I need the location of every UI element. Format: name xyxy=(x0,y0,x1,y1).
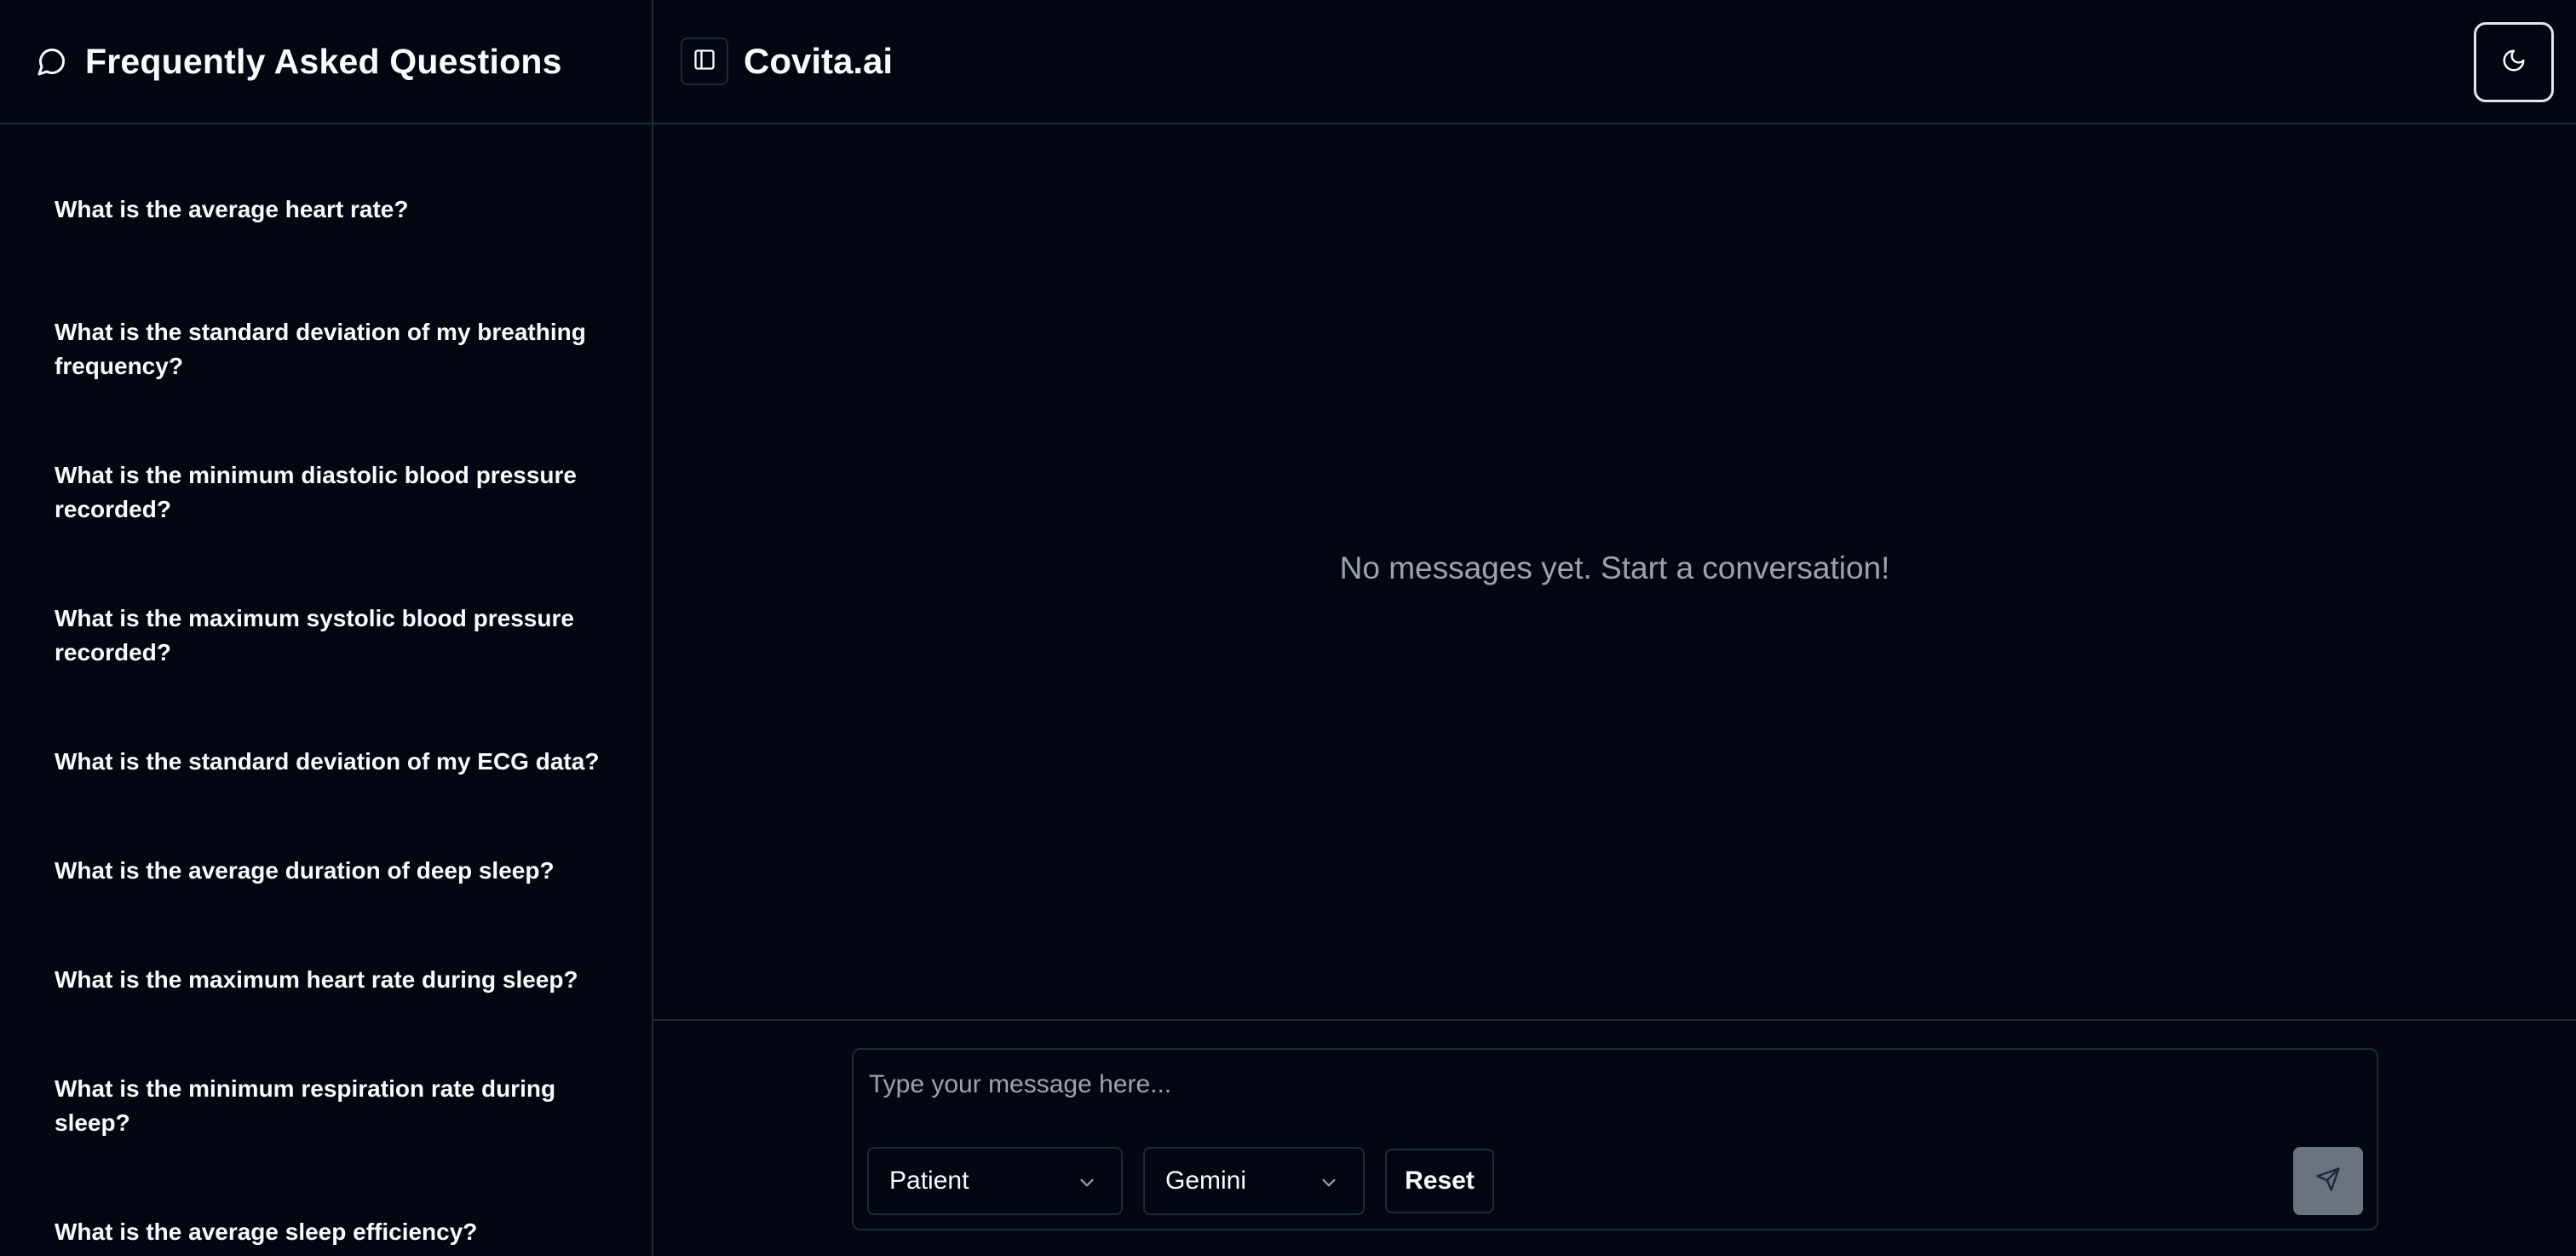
reset-button[interactable]: Reset xyxy=(1385,1149,1494,1213)
faq-item[interactable]: What is the minimum diastolic blood pres… xyxy=(55,458,617,527)
app-brand: Covita.ai xyxy=(744,41,894,81)
faq-item[interactable]: What is the maximum heart rate during sl… xyxy=(55,963,617,997)
panel-left-icon xyxy=(693,48,716,76)
model-select-value: Gemini xyxy=(1165,1167,1247,1195)
message-composer: Patient Gemini Reset xyxy=(852,1048,2378,1230)
faq-item[interactable]: What is the average sleep efficiency? xyxy=(55,1215,617,1249)
chat-messages-area: No messages yet. Start a conversation! xyxy=(653,124,2576,1021)
send-button[interactable] xyxy=(2293,1147,2363,1215)
empty-state-message: No messages yet. Start a conversation! xyxy=(1339,550,1890,585)
faq-item[interactable]: What is the average heart rate? xyxy=(55,193,617,227)
faq-item[interactable]: What is the average duration of deep sle… xyxy=(55,854,617,888)
send-icon xyxy=(2315,1167,2341,1196)
faq-item[interactable]: What is the minimum respiration rate dur… xyxy=(55,1072,617,1140)
top-bar: Covita.ai xyxy=(653,0,2576,124)
message-input[interactable] xyxy=(867,1063,2358,1106)
model-select[interactable]: Gemini xyxy=(1143,1147,1365,1215)
chevron-down-icon xyxy=(1317,1171,1341,1195)
sidebar-title: Frequently Asked Questions xyxy=(85,41,562,81)
faq-sidebar: Frequently Asked Questions What is the a… xyxy=(0,0,653,1256)
role-select[interactable]: Patient xyxy=(867,1147,1123,1215)
sidebar-toggle-button[interactable] xyxy=(681,37,728,85)
sidebar-header: Frequently Asked Questions xyxy=(0,0,652,124)
faq-item[interactable]: What is the standard deviation of my bre… xyxy=(55,315,617,383)
message-circle-icon xyxy=(36,45,68,78)
app-root: Frequently Asked Questions What is the a… xyxy=(0,0,2576,1256)
faq-item[interactable]: What is the standard deviation of my ECG… xyxy=(55,745,617,779)
chevron-down-icon xyxy=(1075,1171,1099,1195)
moon-icon xyxy=(2501,48,2527,78)
main-panel: Covita.ai No messages yet. Start a conve… xyxy=(653,0,2576,1256)
faq-item[interactable]: What is the maximum systolic blood press… xyxy=(55,602,617,670)
theme-toggle-button[interactable] xyxy=(2474,22,2554,102)
role-select-value: Patient xyxy=(889,1167,969,1195)
